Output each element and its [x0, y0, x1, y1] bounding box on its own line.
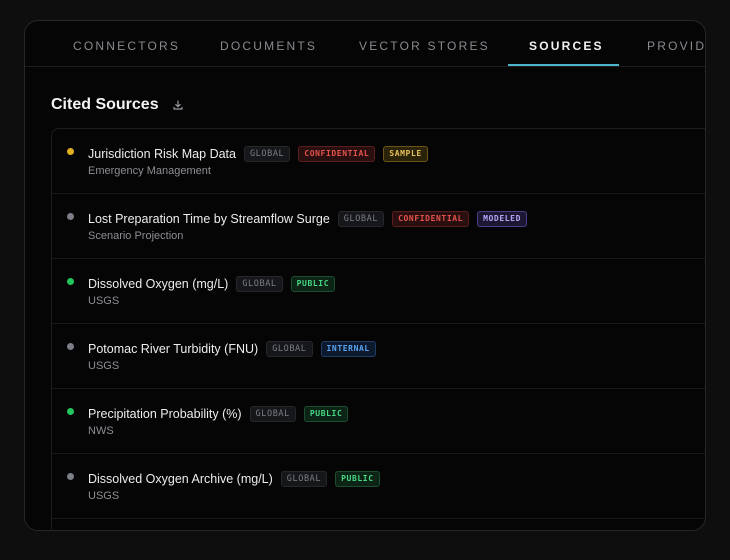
active-tab-indicator — [508, 64, 619, 66]
status-dot-icon — [67, 148, 74, 155]
scope-badge: GLOBAL — [249, 405, 296, 422]
tab-connectors[interactable]: CONNECTORS — [73, 39, 180, 53]
tab-documents[interactable]: DOCUMENTS — [220, 39, 317, 53]
source-list: Jurisdiction Risk Map Data GLOBAL CONFIDEN… — [51, 128, 705, 530]
source-subtitle: NWS — [88, 425, 114, 437]
source-row[interactable]: Jurisdiction Risk Map Data GLOBAL CONFIDEN… — [52, 129, 705, 194]
source-subtitle: Scenario Projection — [88, 230, 184, 242]
source-title-line: Potomac River Turbidity (FNU) GLOBAL INTER… — [88, 340, 376, 357]
sample-badge: SAMPLE — [383, 145, 428, 162]
tab-sources[interactable]: SOURCES — [529, 39, 604, 53]
source-subtitle: USGS — [88, 490, 120, 502]
confidential-badge: CONFIDENTIAL — [298, 145, 376, 162]
source-title: Dissolved Oxygen Archive (mg/L) — [88, 471, 273, 486]
source-subtitle: Emergency Management — [88, 165, 211, 177]
download-icon[interactable] — [171, 98, 185, 112]
source-row[interactable]: Dissolved Oxygen Archive (mg/L) GLOBAL PUB… — [52, 454, 705, 519]
scope-badge: GLOBAL — [266, 340, 313, 357]
source-title-line: Jurisdiction Risk Map Data GLOBAL CONFIDEN… — [88, 145, 428, 162]
source-row[interactable]: Potomac River Turbidity (FNU) GLOBAL INTER… — [52, 324, 705, 389]
source-title: Lost Preparation Time by Streamflow Surg… — [88, 211, 330, 226]
source-title-line: Lost Preparation Time by Streamflow Surg… — [88, 210, 528, 227]
public-badge: PUBLIC — [335, 470, 380, 487]
source-row[interactable]: Lost Preparation Time by Streamflow Surg… — [52, 194, 705, 259]
source-title: Dissolved Oxygen (mg/L) — [88, 276, 229, 291]
tab-bar: CONNECTORS DOCUMENTS VECTOR STORES SOURC… — [25, 21, 705, 67]
source-title: Precipitation Probability (%) — [88, 406, 242, 421]
scope-badge: GLOBAL — [280, 470, 328, 487]
section-header: Cited Sources — [51, 93, 185, 117]
tab-vector-stores[interactable]: VECTOR STORES — [359, 39, 490, 53]
confidential-badge: CONFIDENTIAL — [392, 210, 470, 227]
modeled-badge: MODELED — [477, 210, 528, 227]
source-subtitle: USGS — [88, 295, 120, 307]
source-title-line: Dissolved Oxygen Archive (mg/L) GLOBAL PUB… — [88, 470, 380, 487]
source-title: Jurisdiction Risk Map Data — [88, 146, 236, 161]
scope-badge: GLOBAL — [243, 145, 291, 162]
status-dot-icon — [67, 343, 74, 350]
status-dot-icon — [67, 213, 74, 220]
source-subtitle: USGS — [88, 360, 120, 372]
source-row[interactable]: Precipitation Probability (%) GLOBAL PUBLI… — [52, 389, 705, 454]
public-badge: PUBLIC — [303, 405, 349, 422]
section-title: Cited Sources — [51, 96, 159, 113]
source-row[interactable]: Dissolved Oxygen (mg/L) GLOBAL PUBLIC USGS — [52, 259, 705, 324]
source-title: Potomac River Turbidity (FNU) — [88, 341, 259, 356]
sources-panel: CONNECTORS DOCUMENTS VECTOR STORES SOURC… — [24, 20, 706, 531]
source-title-line: Precipitation Probability (%) GLOBAL PUBLI… — [88, 405, 349, 422]
source-title-line: Dissolved Oxygen (mg/L) GLOBAL PUBLIC — [88, 275, 336, 292]
scope-badge: GLOBAL — [236, 275, 283, 292]
tab-providers[interactable]: PROVIDERS — [647, 39, 705, 53]
public-badge: PUBLIC — [290, 275, 336, 292]
status-dot-icon — [67, 278, 74, 285]
scope-badge: GLOBAL — [337, 210, 385, 227]
internal-badge: INTERNAL — [320, 340, 376, 357]
status-dot-icon — [67, 473, 74, 480]
status-dot-icon — [67, 408, 74, 415]
